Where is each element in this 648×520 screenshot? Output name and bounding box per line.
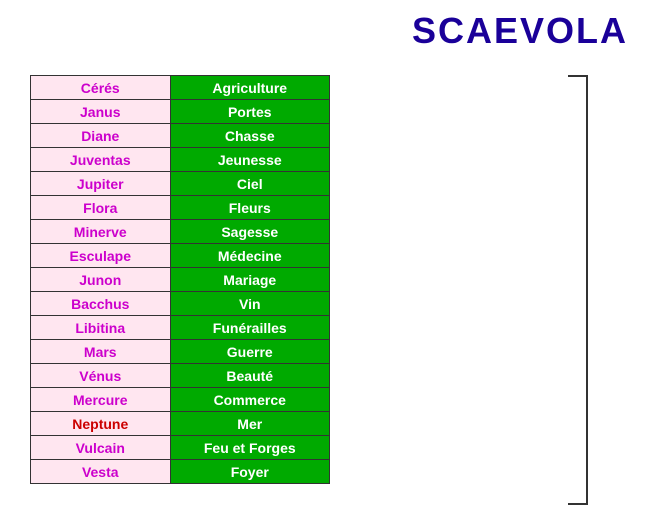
table-row: VulcainFeu et Forges (31, 436, 330, 460)
page-title: SCAEVOLA (412, 10, 628, 52)
god-name-cell: Flora (31, 196, 171, 220)
table-row: JupiterCiel (31, 172, 330, 196)
god-name-cell: Mars (31, 340, 171, 364)
god-domain-cell: Sagesse (170, 220, 329, 244)
table-row: DianeChasse (31, 124, 330, 148)
god-name-cell: Junon (31, 268, 171, 292)
god-domain-cell: Médecine (170, 244, 329, 268)
god-name-cell: Bacchus (31, 292, 171, 316)
table-row: MinerveSagesse (31, 220, 330, 244)
table-row: EsculapeMédecine (31, 244, 330, 268)
god-domain-cell: Chasse (170, 124, 329, 148)
table-row: VestaFoyer (31, 460, 330, 484)
gods-table-container: CérésAgricultureJanusPortesDianeChasseJu… (30, 75, 330, 484)
table-row: LibitinaFunérailles (31, 316, 330, 340)
god-name-cell: Cérés (31, 76, 171, 100)
god-name-cell: Vénus (31, 364, 171, 388)
table-row: MarsGuerre (31, 340, 330, 364)
god-name-cell: Juventas (31, 148, 171, 172)
god-name-cell: Vesta (31, 460, 171, 484)
god-domain-cell: Jeunesse (170, 148, 329, 172)
right-bracket (568, 75, 588, 505)
god-domain-cell: Funérailles (170, 316, 329, 340)
god-name-cell: Diane (31, 124, 171, 148)
table-row: CérésAgriculture (31, 76, 330, 100)
god-domain-cell: Commerce (170, 388, 329, 412)
god-name-cell: Minerve (31, 220, 171, 244)
table-row: JanusPortes (31, 100, 330, 124)
god-name-cell: Jupiter (31, 172, 171, 196)
god-domain-cell: Portes (170, 100, 329, 124)
god-domain-cell: Ciel (170, 172, 329, 196)
god-domain-cell: Fleurs (170, 196, 329, 220)
god-name-cell: Mercure (31, 388, 171, 412)
god-domain-cell: Guerre (170, 340, 329, 364)
god-name-cell: Janus (31, 100, 171, 124)
god-name-cell: Vulcain (31, 436, 171, 460)
god-name-cell: Esculape (31, 244, 171, 268)
god-domain-cell: Mer (170, 412, 329, 436)
table-row: MercureCommerce (31, 388, 330, 412)
table-row: JunonMariage (31, 268, 330, 292)
table-row: VénusBeauté (31, 364, 330, 388)
god-domain-cell: Foyer (170, 460, 329, 484)
gods-table: CérésAgricultureJanusPortesDianeChasseJu… (30, 75, 330, 484)
god-domain-cell: Agriculture (170, 76, 329, 100)
god-name-cell: Neptune (31, 412, 171, 436)
god-name-cell: Libitina (31, 316, 171, 340)
god-domain-cell: Beauté (170, 364, 329, 388)
god-domain-cell: Feu et Forges (170, 436, 329, 460)
god-domain-cell: Mariage (170, 268, 329, 292)
god-domain-cell: Vin (170, 292, 329, 316)
table-row: FloraFleurs (31, 196, 330, 220)
table-row: JuventasJeunesse (31, 148, 330, 172)
table-row: BacchusVin (31, 292, 330, 316)
table-row: NeptuneMer (31, 412, 330, 436)
